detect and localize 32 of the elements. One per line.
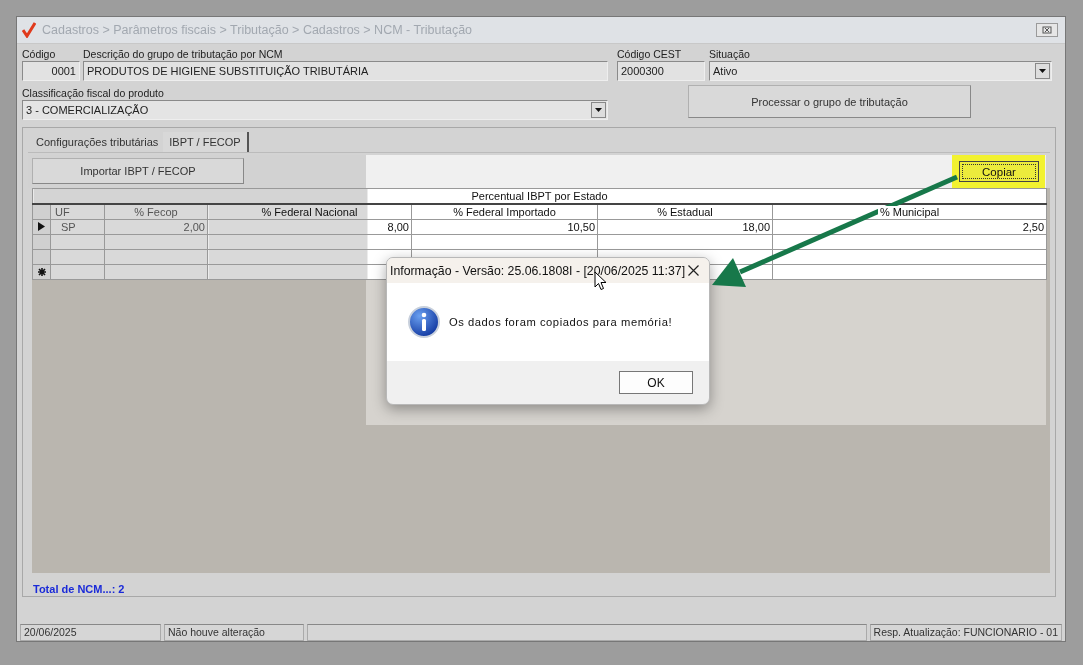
field-label: Código bbox=[22, 47, 57, 61]
dropdown-arrow-icon bbox=[595, 108, 602, 112]
import-button[interactable]: Importar IBPT / FECOP bbox=[32, 158, 244, 184]
tab[interactable]: Configurações tributárias bbox=[31, 132, 164, 152]
close-icon[interactable] bbox=[688, 265, 699, 276]
input-field[interactable]: PRODUTOS DE HIGIENE SUBSTITUIÇÃO TRIBUTÁRIA bbox=[83, 61, 608, 81]
status-field: Não houve alteração bbox=[164, 624, 304, 641]
input-field[interactable]: 0001 bbox=[22, 61, 80, 81]
info-icon bbox=[408, 306, 440, 338]
field-label: Código CEST bbox=[617, 47, 683, 61]
field-label: Descrição do grupo de tributação por NCM bbox=[83, 47, 284, 61]
copy-button[interactable]: Copiar bbox=[959, 161, 1039, 182]
dropdown-field[interactable]: 3 - COMERCIALIZAÇÃO bbox=[22, 100, 608, 120]
ok-button[interactable]: OK bbox=[619, 371, 693, 394]
new-row-icon bbox=[37, 267, 46, 276]
close-icon bbox=[1042, 26, 1052, 34]
input-field[interactable]: 2000300 bbox=[617, 61, 705, 81]
dialog-message: Os dados foram copiados para memória! bbox=[449, 316, 673, 328]
status-field: 20/06/2025 bbox=[20, 624, 161, 641]
dropdown-field[interactable]: Ativo bbox=[709, 61, 1052, 81]
field-label: Situação bbox=[709, 47, 751, 61]
status-field: Resp. Atualização: FUNCIONARIO - 01 bbox=[869, 624, 1062, 641]
field-label: Classificação fiscal do produto bbox=[22, 86, 165, 100]
window-title: Cadastros > Parâmetros fiscais > Tributação > Cadastros > NCM - Tributação bbox=[42, 23, 474, 37]
process-button[interactable]: Processar o grupo de tributação bbox=[688, 85, 971, 118]
dropdown-arrow-icon bbox=[1039, 69, 1046, 73]
tab[interactable]: IBPT / FECOP bbox=[163, 132, 249, 152]
column-group-header: Percentual IBPT por Estado bbox=[32, 188, 1047, 204]
dialog-title: Informação - Versão: 25.06.1808I - [20/06/2025 11:37] bbox=[390, 263, 686, 278]
check-logo-icon bbox=[22, 22, 36, 38]
total-count: Total de NCM...: 2 bbox=[32, 581, 126, 596]
close-button[interactable] bbox=[1036, 23, 1058, 37]
